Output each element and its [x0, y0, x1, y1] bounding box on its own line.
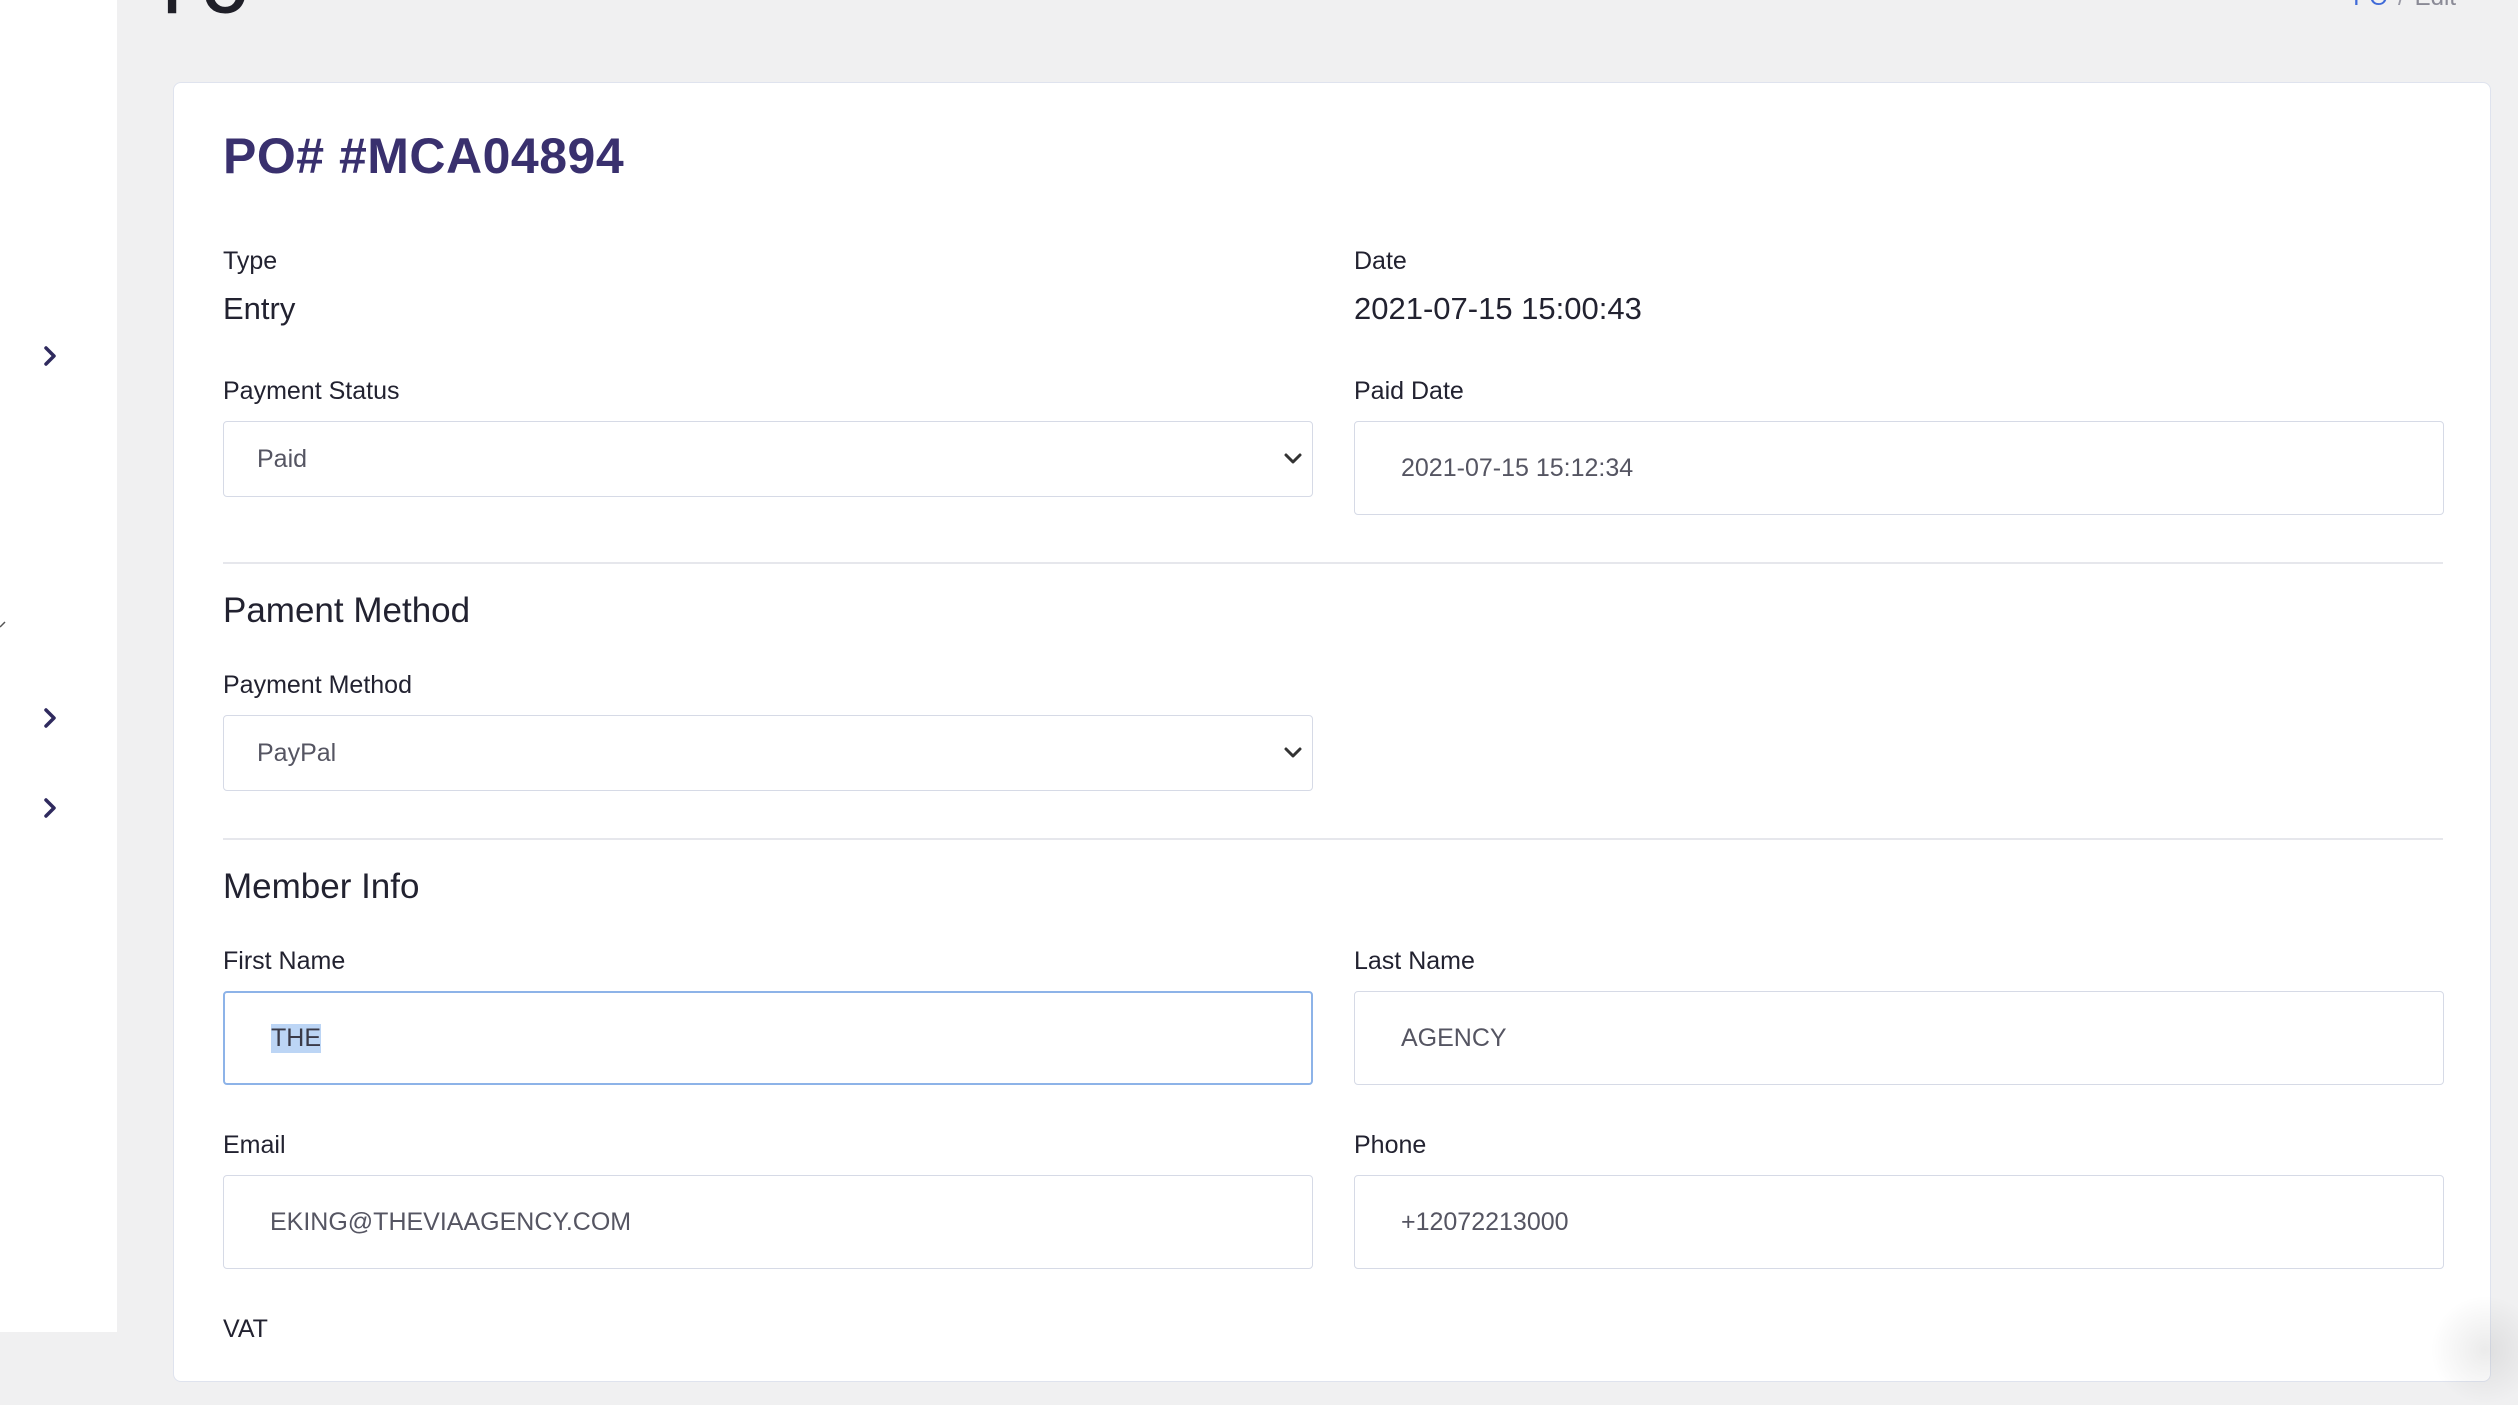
first-name-label: First Name	[223, 947, 346, 975]
last-name-label: Last Name	[1354, 947, 1475, 975]
page-title: PO	[164, 0, 248, 27]
breadcrumb-link[interactable]: PO	[2353, 0, 2388, 11]
payment-method-selected-value: PayPal	[257, 738, 337, 767]
sidebar-expand-chevron-icon[interactable]	[36, 342, 64, 370]
payment-method-select[interactable]: PayPal	[223, 715, 1313, 791]
breadcrumb-current: Edit	[2415, 0, 2456, 11]
section-divider	[223, 838, 2443, 840]
type-value: Entry	[223, 291, 296, 326]
payment-method-label: Payment Method	[223, 671, 412, 699]
member-info-section-title: Member Info	[223, 867, 420, 906]
breadcrumb: PO / Edit	[2353, 0, 2456, 12]
phone-label: Phone	[1354, 1131, 1427, 1159]
email-input[interactable]: EKING@THEVIAAGENCY.COM	[223, 1175, 1313, 1269]
po-number-heading: PO# #MCA04894	[223, 128, 625, 184]
last-name-input[interactable]: AGENCY	[1354, 991, 2444, 1085]
sidebar-mark-icon	[0, 621, 6, 628]
sidebar	[0, 0, 117, 1332]
email-label: Email	[223, 1131, 286, 1159]
payment-method-section-title: Pament Method	[223, 591, 471, 630]
last-name-value: AGENCY	[1401, 1023, 1507, 1052]
chevron-down-icon	[1284, 747, 1302, 758]
sidebar-expand-chevron-icon[interactable]	[36, 794, 64, 822]
sidebar-expand-chevron-icon[interactable]	[36, 704, 64, 732]
email-value: EKING@THEVIAAGENCY.COM	[270, 1207, 632, 1236]
payment-status-selected-value: Paid	[257, 444, 308, 473]
type-label: Type	[223, 247, 278, 275]
date-value: 2021-07-15 15:00:43	[1354, 291, 1642, 326]
date-label: Date	[1354, 247, 1407, 275]
section-divider	[223, 562, 2443, 564]
payment-status-label: Payment Status	[223, 377, 400, 405]
payment-status-select[interactable]: Paid	[223, 421, 1313, 497]
phone-input[interactable]: +12072213000	[1354, 1175, 2444, 1269]
po-edit-card: PO# #MCA04894 Type Entry Date 2021-07-15…	[173, 82, 2491, 1382]
phone-value: +12072213000	[1401, 1207, 1569, 1236]
paid-date-label: Paid Date	[1354, 377, 1464, 405]
vat-label: VAT	[223, 1315, 268, 1343]
paid-date-value: 2021-07-15 15:12:34	[1401, 453, 1634, 482]
first-name-value: THE	[271, 1023, 321, 1053]
breadcrumb-separator: /	[2398, 0, 2405, 11]
first-name-input[interactable]: THE	[223, 991, 1313, 1085]
paid-date-input[interactable]: 2021-07-15 15:12:34	[1354, 421, 2444, 515]
chevron-down-icon	[1284, 453, 1302, 464]
